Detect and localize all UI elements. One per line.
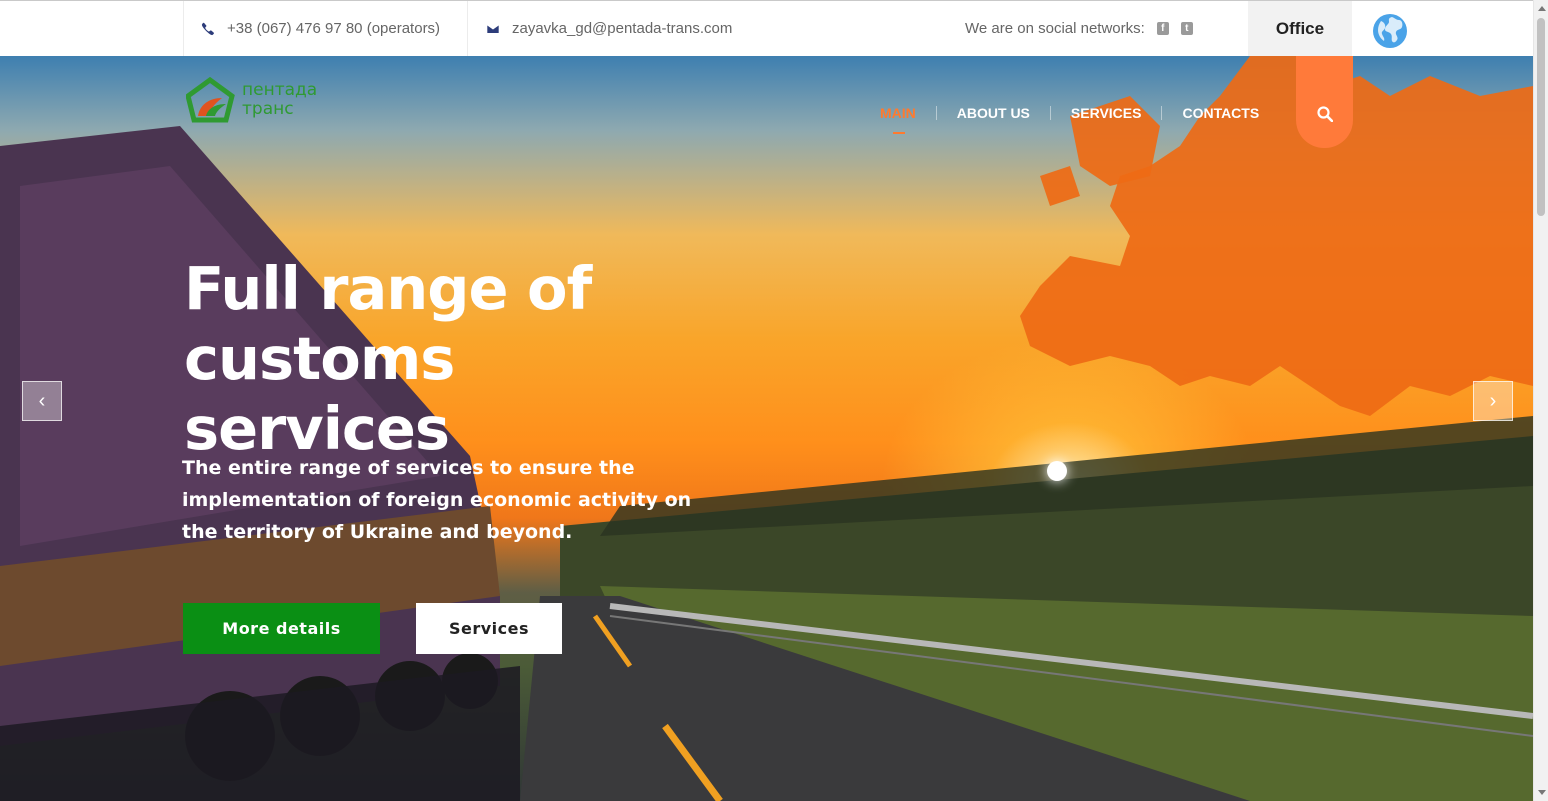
logo-line-1: пентада <box>242 80 318 100</box>
top-bar: +38 (067) 476 97 80 (operators) zayavka_… <box>0 0 1533 57</box>
nav-item-services[interactable]: SERVICES <box>1051 105 1162 121</box>
logo-text[interactable]: пентада транс <box>242 81 317 119</box>
office-button[interactable]: Office <box>1248 1 1352 57</box>
facebook-icon[interactable]: f <box>1156 22 1169 35</box>
scrollbar-thumb[interactable] <box>1537 18 1545 216</box>
email-contact[interactable]: zayavka_gd@pentada-trans.com <box>486 20 732 37</box>
scroll-up-arrow-icon[interactable] <box>1538 6 1546 11</box>
email-address: zayavka_gd@pentada-trans.com <box>512 20 733 37</box>
scroll-down-arrow-icon[interactable] <box>1538 790 1546 795</box>
divider <box>467 1 468 57</box>
nav-item-about-us[interactable]: ABOUT US <box>937 105 1050 121</box>
main-nav: MAIN ABOUT US SERVICES CONTACTS <box>880 105 1279 134</box>
search-icon <box>1317 106 1333 122</box>
nav-item-main[interactable]: MAIN <box>880 105 936 134</box>
page-scrollbar[interactable] <box>1533 0 1548 801</box>
nav-item-contacts[interactable]: CONTACTS <box>1162 105 1279 121</box>
phone-number: +38 (067) 476 97 80 (operators) <box>227 20 441 37</box>
social-networks: We are on social networks: f t <box>965 20 1193 37</box>
phone-contact[interactable]: +38 (067) 476 97 80 (operators) <box>201 20 440 37</box>
globe-icon[interactable] <box>1372 13 1408 49</box>
phone-icon <box>201 22 214 35</box>
hero-headline: Full range of customs services <box>184 254 592 463</box>
logo-line-2: транс <box>242 99 294 119</box>
envelope-icon <box>486 23 500 34</box>
divider <box>183 1 184 57</box>
hero-subtitle: The entire range of services to ensure t… <box>182 457 692 543</box>
tumblr-icon[interactable]: t <box>1180 22 1193 35</box>
hero-slider: пентада транс MAIN ABOUT US SERVICES CON… <box>0 56 1533 801</box>
sun <box>1047 461 1067 481</box>
slider-prev-button[interactable]: ‹ <box>22 381 62 421</box>
search-button[interactable] <box>1296 56 1353 148</box>
more-details-button[interactable]: More details <box>183 603 380 654</box>
services-button[interactable]: Services <box>416 603 562 654</box>
social-label: We are on social networks: <box>965 20 1145 37</box>
slider-next-button[interactable]: › <box>1473 381 1513 421</box>
